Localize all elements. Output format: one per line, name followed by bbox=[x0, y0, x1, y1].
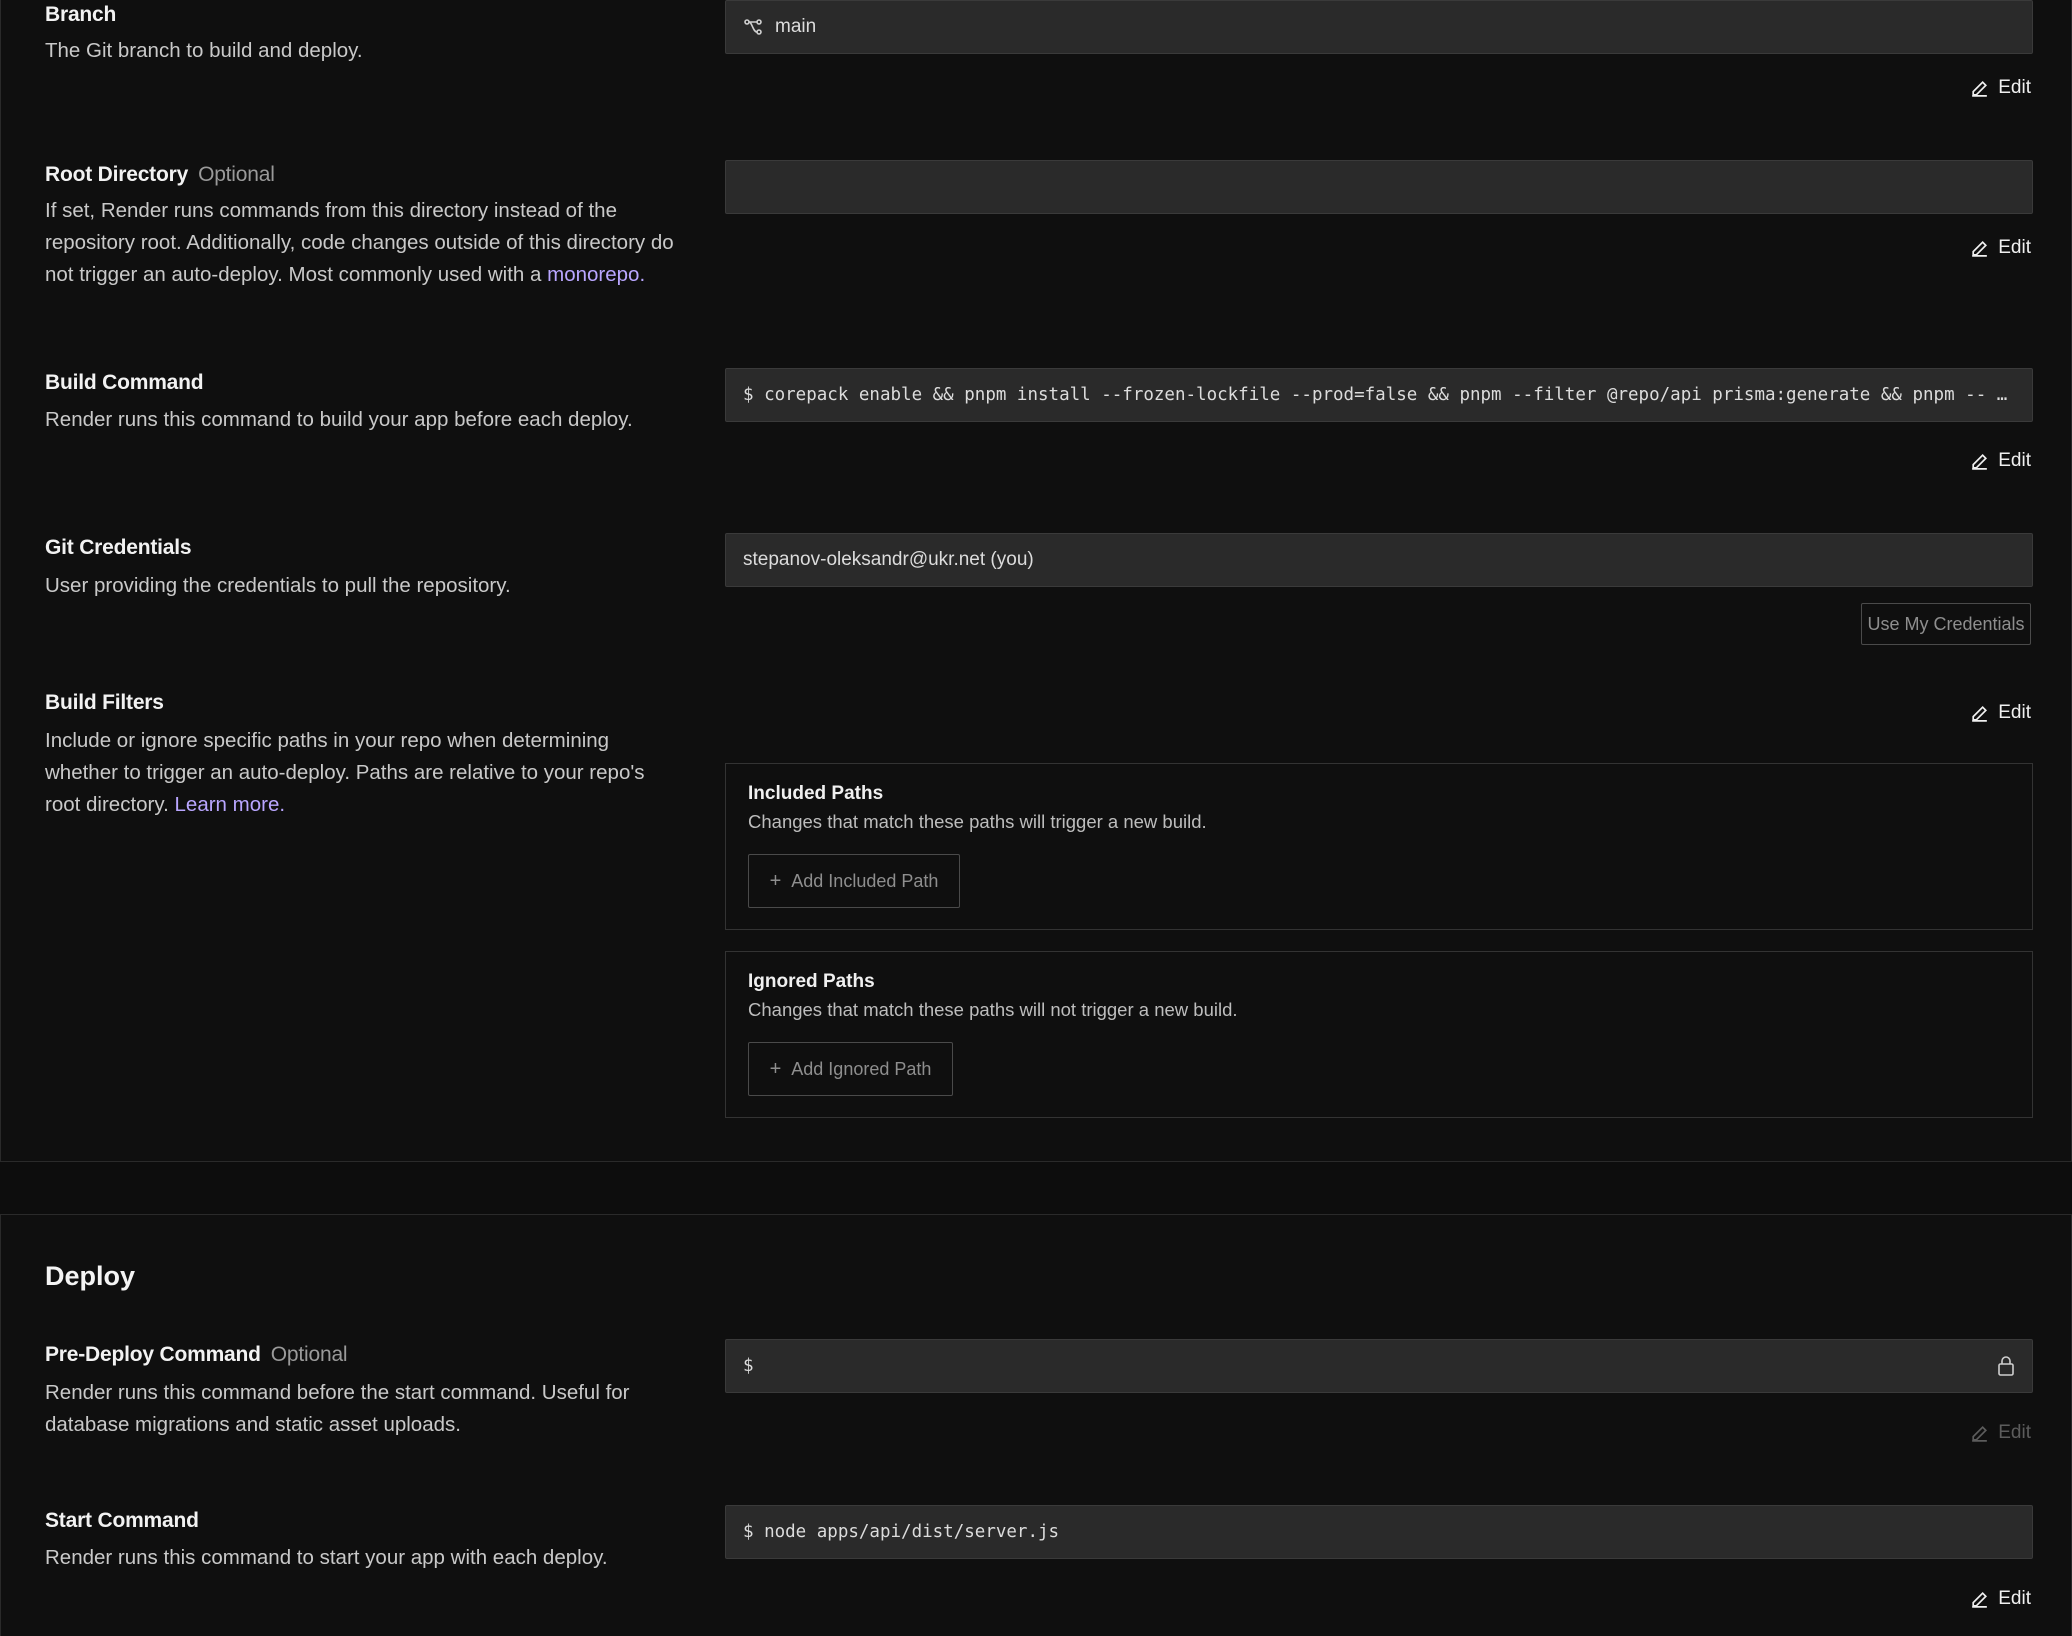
learn-more-link[interactable]: Learn more. bbox=[175, 793, 286, 816]
deploy-section-title: Deploy bbox=[45, 1261, 136, 1291]
plus-icon: + bbox=[769, 1057, 782, 1080]
pre-deploy-value: $ bbox=[743, 1356, 754, 1376]
build-filters-description: Include or ignore specific paths in your… bbox=[45, 725, 685, 821]
ignored-paths-description: Changes that match these paths will not … bbox=[748, 999, 1238, 1020]
pre-deploy-field[interactable]: $ bbox=[725, 1339, 2033, 1393]
branch-icon bbox=[743, 17, 763, 37]
build-command-label: Build Command bbox=[45, 371, 204, 394]
deploy-settings-panel: Deploy Pre-Deploy Command Optional Render… bbox=[0, 1214, 2072, 1636]
optional-tag: Optional bbox=[198, 163, 275, 186]
included-paths-description: Changes that match these paths will trig… bbox=[748, 811, 1207, 832]
start-command-field[interactable]: $ node apps/api/dist/server.js bbox=[725, 1505, 2033, 1559]
root-directory-title: Root Directory bbox=[45, 163, 189, 186]
lock-icon bbox=[1998, 1356, 2014, 1376]
add-ignored-path-button[interactable]: + Add Ignored Path bbox=[748, 1042, 953, 1096]
pencil-icon bbox=[1972, 1425, 1988, 1442]
included-paths-title: Included Paths bbox=[748, 783, 884, 804]
ignored-paths-title: Ignored Paths bbox=[748, 971, 875, 992]
pre-deploy-title: Pre-Deploy Command bbox=[45, 1343, 261, 1366]
plus-icon: + bbox=[769, 869, 782, 892]
git-credentials-select[interactable]: stepanov-oleksandr@ukr.net (you) bbox=[725, 533, 2033, 587]
root-directory-edit-label: Edit bbox=[1998, 237, 2031, 258]
add-included-path-button[interactable]: + Add Included Path bbox=[748, 854, 960, 908]
pre-deploy-description: Render runs this command before the star… bbox=[45, 1381, 630, 1436]
included-paths-card: Included Paths Changes that match these … bbox=[725, 763, 2033, 930]
build-command-edit-button[interactable]: Edit bbox=[1969, 450, 2031, 472]
start-command-description: Render runs this command to start your a… bbox=[45, 1546, 608, 1569]
pencil-icon bbox=[1972, 705, 1988, 722]
root-directory-label: Root Directory Optional bbox=[45, 163, 275, 187]
pencil-icon bbox=[1972, 240, 1988, 257]
monorepo-link[interactable]: monorepo bbox=[547, 263, 639, 286]
build-filters-edit-button[interactable]: Edit bbox=[1969, 702, 2031, 724]
optional-tag: Optional bbox=[270, 1343, 348, 1366]
git-credentials-description: User providing the credentials to pull t… bbox=[45, 574, 511, 597]
branch-label: Branch bbox=[45, 3, 117, 26]
add-ignored-path-label: Add Ignored Path bbox=[791, 1058, 932, 1079]
build-filters-edit-label: Edit bbox=[1998, 702, 2031, 723]
ignored-paths-card: Ignored Paths Changes that match these p… bbox=[725, 951, 2033, 1118]
pencil-icon bbox=[1972, 453, 1988, 470]
branch-edit-button[interactable]: Edit bbox=[1969, 77, 2031, 99]
root-directory-description: If set, Render runs commands from this d… bbox=[45, 195, 685, 291]
start-command-edit-button[interactable]: Edit bbox=[1969, 1588, 2031, 1610]
branch-field[interactable]: main bbox=[725, 0, 2033, 54]
pre-deploy-edit-button[interactable]: Edit bbox=[1969, 1422, 2031, 1444]
git-credentials-label: Git Credentials bbox=[45, 536, 192, 559]
pre-deploy-label: Pre-Deploy Command Optional bbox=[45, 1343, 348, 1367]
root-directory-input[interactable] bbox=[725, 160, 2033, 214]
use-my-credentials-button[interactable]: Use My Credentials bbox=[1861, 603, 2031, 645]
build-command-description: Render runs this command to build your a… bbox=[45, 408, 633, 431]
build-filters-label: Build Filters bbox=[45, 691, 164, 714]
add-included-path-label: Add Included Path bbox=[791, 870, 939, 891]
branch-edit-label: Edit bbox=[1998, 77, 2031, 98]
branch-value: main bbox=[775, 16, 817, 37]
build-command-field[interactable]: $ corepack enable && pnpm install --froz… bbox=[725, 368, 2033, 422]
pencil-icon bbox=[1972, 80, 1988, 97]
pencil-icon bbox=[1972, 1591, 1988, 1608]
build-command-edit-label: Edit bbox=[1998, 450, 2031, 471]
branch-description: The Git branch to build and deploy. bbox=[45, 39, 363, 62]
pre-deploy-edit-label: Edit bbox=[1998, 1422, 2031, 1443]
start-command-edit-label: Edit bbox=[1998, 1588, 2031, 1609]
build-settings-panel: Branch The Git branch to build and deplo… bbox=[0, 0, 2072, 1162]
build-filters-text: Include or ignore specific paths in your… bbox=[45, 729, 645, 816]
period: . bbox=[639, 263, 646, 286]
start-command-label: Start Command bbox=[45, 1509, 199, 1532]
root-directory-edit-button[interactable]: Edit bbox=[1969, 237, 2031, 259]
